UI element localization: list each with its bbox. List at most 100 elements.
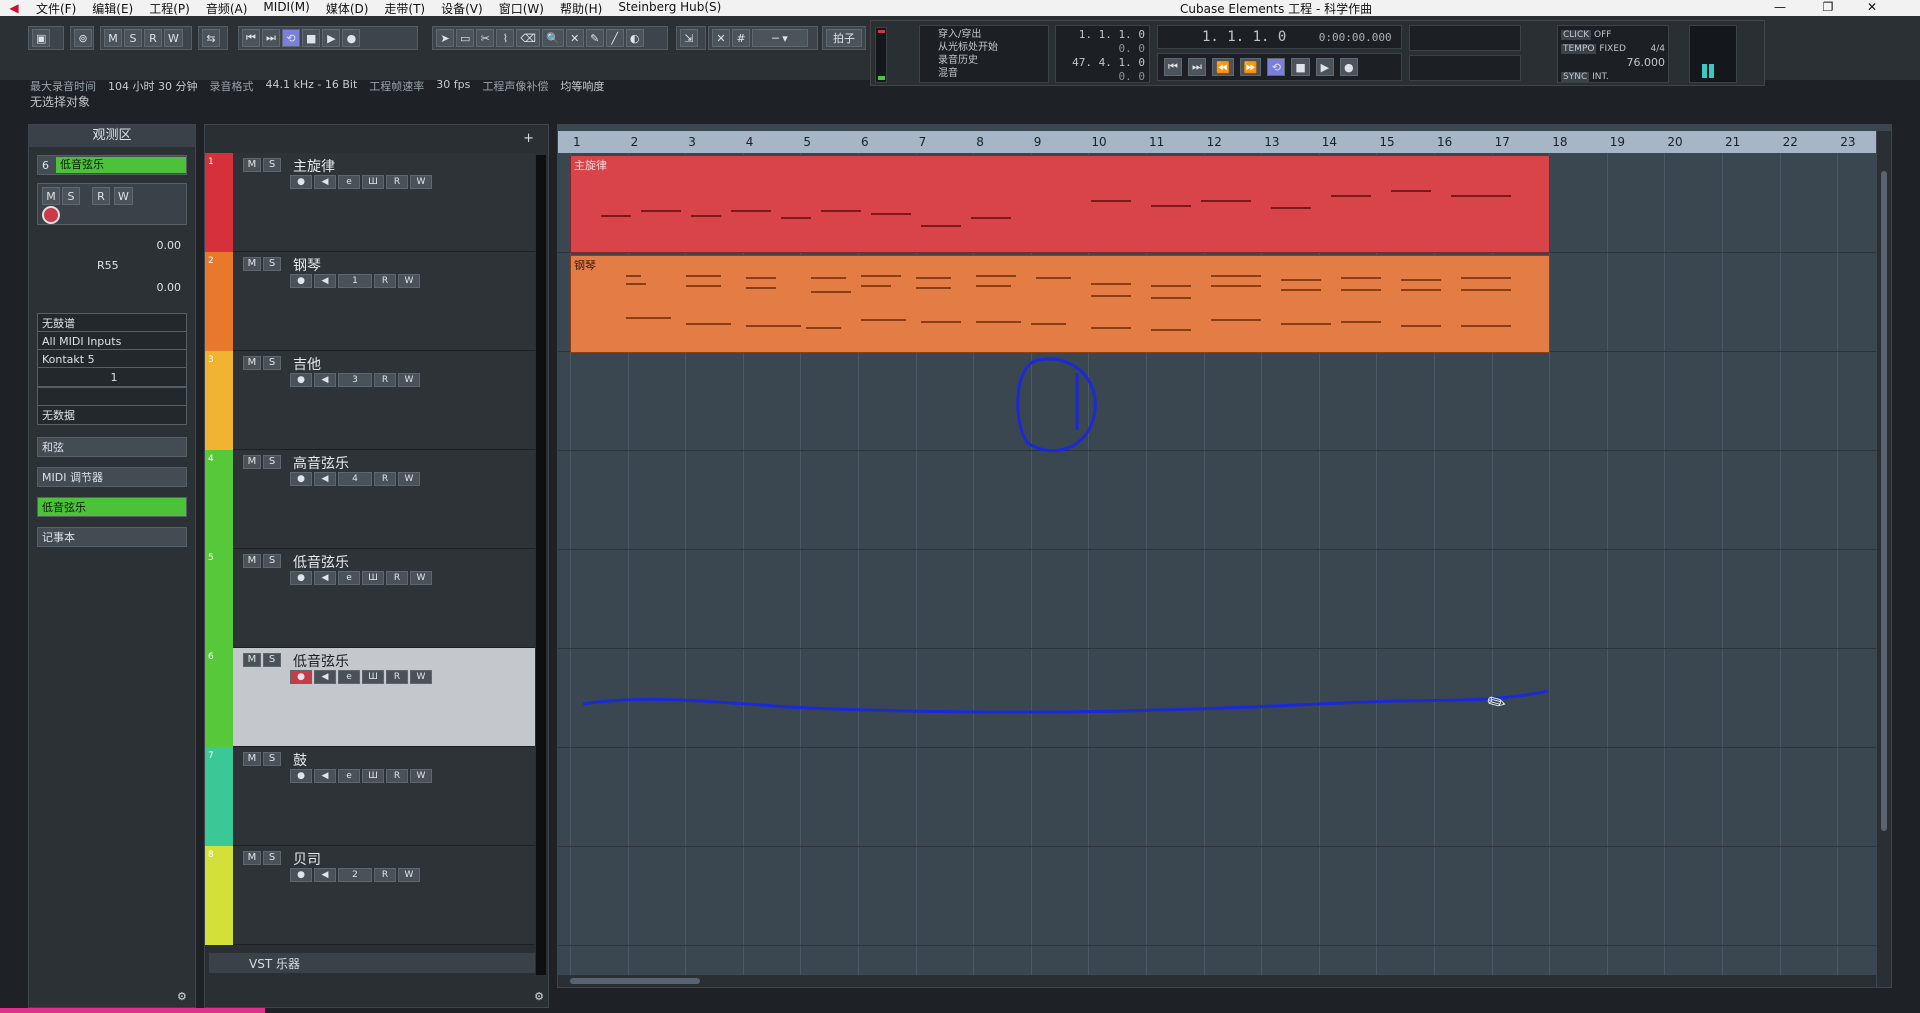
click-label[interactable]: CLICK (1561, 30, 1592, 40)
track-solo-button[interactable]: S (263, 653, 281, 667)
track-read-button[interactable]: R (374, 868, 396, 882)
track-instrument-icon[interactable]: 1 (338, 274, 372, 288)
sync-mode[interactable]: INT. (1592, 72, 1609, 82)
snap-mode-select[interactable]: ─ ▾ (752, 29, 808, 47)
track-monitor-icon[interactable]: ◀ (314, 571, 336, 585)
track-write-button[interactable]: W (410, 670, 432, 684)
tempo-label[interactable]: TEMPO (1561, 44, 1597, 54)
track-instrument-icon[interactable]: Ш (362, 769, 384, 783)
menu-item-8[interactable]: 窗口(W) (491, 0, 552, 17)
range-tool-icon[interactable]: ▭ (456, 29, 475, 47)
tempo-mode[interactable]: FIXED (1599, 44, 1626, 54)
menu-item-6[interactable]: 走带(T) (376, 0, 433, 17)
constrain-icon[interactable]: ⊚ (74, 29, 92, 47)
track-7[interactable]: 7 M S 鼓 ● ◀ e Ш R W (205, 747, 535, 846)
menu-item-9[interactable]: 帮助(H) (552, 0, 610, 17)
track-edit-icon[interactable]: e (338, 175, 360, 189)
line-tool-icon[interactable]: ╱ (605, 29, 624, 47)
tp-start-icon[interactable]: ⏮ (1164, 58, 1182, 76)
track-read-button[interactable]: R (386, 769, 408, 783)
tempo-value[interactable]: 76.000 (1561, 56, 1666, 70)
track-6[interactable]: 6 M S 低音弦乐 ● ◀ e Ш R W (205, 648, 535, 747)
track-instrument-icon[interactable]: Ш (362, 175, 384, 189)
track-record-icon[interactable]: ● (290, 769, 312, 783)
go-to-end-icon[interactable]: ⏭ (262, 29, 280, 47)
menu-item-0[interactable]: 文件(F) (28, 0, 84, 17)
track-4[interactable]: 4 M S 高音弦乐 ● ◀ 4 R W (205, 450, 535, 549)
erase-tool-icon[interactable]: ⌫ (516, 29, 540, 47)
track-name[interactable]: 吉他 (293, 354, 321, 374)
restore-button[interactable]: ❐ (1808, 0, 1848, 16)
inspector-solo-button[interactable]: S (62, 187, 80, 205)
inspector-drum-map[interactable]: 无鼓谱 (37, 313, 187, 333)
bar-number[interactable]: 11 (1149, 135, 1164, 149)
track-write-button[interactable]: W (410, 571, 432, 585)
bar-number[interactable]: 20 (1667, 135, 1682, 149)
tp-end-icon[interactable]: ⏭ (1188, 58, 1206, 76)
play-tool-icon[interactable]: ◐ (625, 29, 644, 47)
inspector-toggle-icon[interactable]: ▣ (32, 29, 51, 47)
piano-part[interactable]: 钢琴 (570, 255, 1550, 353)
track-monitor-icon[interactable]: ◀ (314, 175, 336, 189)
inspector-delay[interactable]: 0.00 (157, 281, 182, 294)
track-name[interactable]: 贝司 (293, 849, 321, 869)
inspector-section-notepad[interactable]: 记事本 (37, 527, 187, 547)
track-write-button[interactable]: W (410, 769, 432, 783)
inspector-track-header[interactable]: 6 低音弦乐 (37, 155, 187, 175)
track-instrument-icon[interactable]: 2 (338, 868, 372, 882)
track-record-icon[interactable]: ● (290, 670, 312, 684)
grid-icon[interactable]: # (732, 29, 750, 47)
track-name[interactable]: 低音弦乐 (293, 651, 349, 671)
bar-number[interactable]: 6 (861, 135, 869, 149)
locator-panel[interactable]: 1. 1. 1. 0 0. 0 47. 4. 1. 0 0. 0 (1055, 25, 1150, 83)
tp-play-icon[interactable]: ▶ (1315, 58, 1334, 76)
view-toggle-group[interactable]: ▣ (28, 26, 64, 50)
solo-all-button[interactable]: S (124, 29, 142, 47)
arrange-vertical-scrollbar[interactable] (1877, 131, 1891, 987)
inspector-read-button[interactable]: R (92, 187, 110, 205)
vst-folder[interactable]: VST 乐器 (209, 953, 535, 973)
track-read-button[interactable]: R (386, 670, 408, 684)
track-name[interactable]: 鼓 (293, 750, 307, 770)
select-tool-icon[interactable]: ➤ (436, 29, 454, 47)
right-locator[interactable]: 47. 4. 1. 0 (1060, 56, 1145, 70)
mute-all-button[interactable]: M (104, 29, 122, 47)
track-mute-button[interactable]: M (243, 455, 261, 469)
track-write-button[interactable]: W (410, 175, 432, 189)
bar-number[interactable]: 12 (1207, 135, 1222, 149)
bar-number[interactable]: 19 (1610, 135, 1625, 149)
inspector-settings-icon[interactable]: ⚙ (177, 990, 187, 1003)
bar-number[interactable]: 10 (1091, 135, 1106, 149)
track-read-button[interactable]: R (386, 571, 408, 585)
ruler[interactable]: 1 2 3 4 5 6 7 8 9 10 11 12 13 14 15 16 17 18 19 20 21 22 23 (558, 131, 1876, 153)
tracklist-scrollbar[interactable] (536, 155, 546, 975)
inspector-pan[interactable]: R55 (97, 259, 119, 272)
track-solo-button[interactable]: S (263, 257, 281, 271)
track-instrument-icon[interactable]: Ш (362, 670, 384, 684)
read-all-button[interactable]: R (144, 29, 162, 47)
play-icon[interactable]: ▶ (322, 29, 341, 47)
inspector-volume[interactable]: 0.00 (157, 239, 182, 252)
track-edit-icon[interactable]: e (338, 571, 360, 585)
sync-label[interactable]: SYNC (1561, 72, 1590, 82)
track-instrument-icon[interactable]: Ш (362, 571, 384, 585)
track-solo-button[interactable]: S (263, 158, 281, 172)
bar-number[interactable]: 16 (1437, 135, 1452, 149)
write-all-button[interactable]: W (164, 29, 183, 47)
inspector-program[interactable] (37, 387, 187, 407)
bar-number[interactable]: 22 (1783, 135, 1798, 149)
stop-icon[interactable]: ■ (302, 29, 321, 47)
bar-number[interactable]: 23 (1840, 135, 1855, 149)
glue-tool-icon[interactable]: ⌇ (496, 29, 515, 47)
track-mute-button[interactable]: M (243, 752, 261, 766)
bar-number[interactable]: 8 (976, 135, 984, 149)
track-name[interactable]: 低音弦乐 (293, 552, 349, 572)
menu-item-2[interactable]: 工程(P) (141, 0, 198, 17)
tp-cycle-icon[interactable]: ⟲ (1267, 58, 1286, 76)
track-record-icon[interactable]: ● (290, 571, 312, 585)
bar-number[interactable]: 7 (919, 135, 927, 149)
track-write-button[interactable]: W (398, 373, 420, 387)
secondary-time[interactable]: 0:00:00.000 (1319, 31, 1392, 44)
track-mute-button[interactable]: M (243, 851, 261, 865)
track-mute-button[interactable]: M (243, 554, 261, 568)
